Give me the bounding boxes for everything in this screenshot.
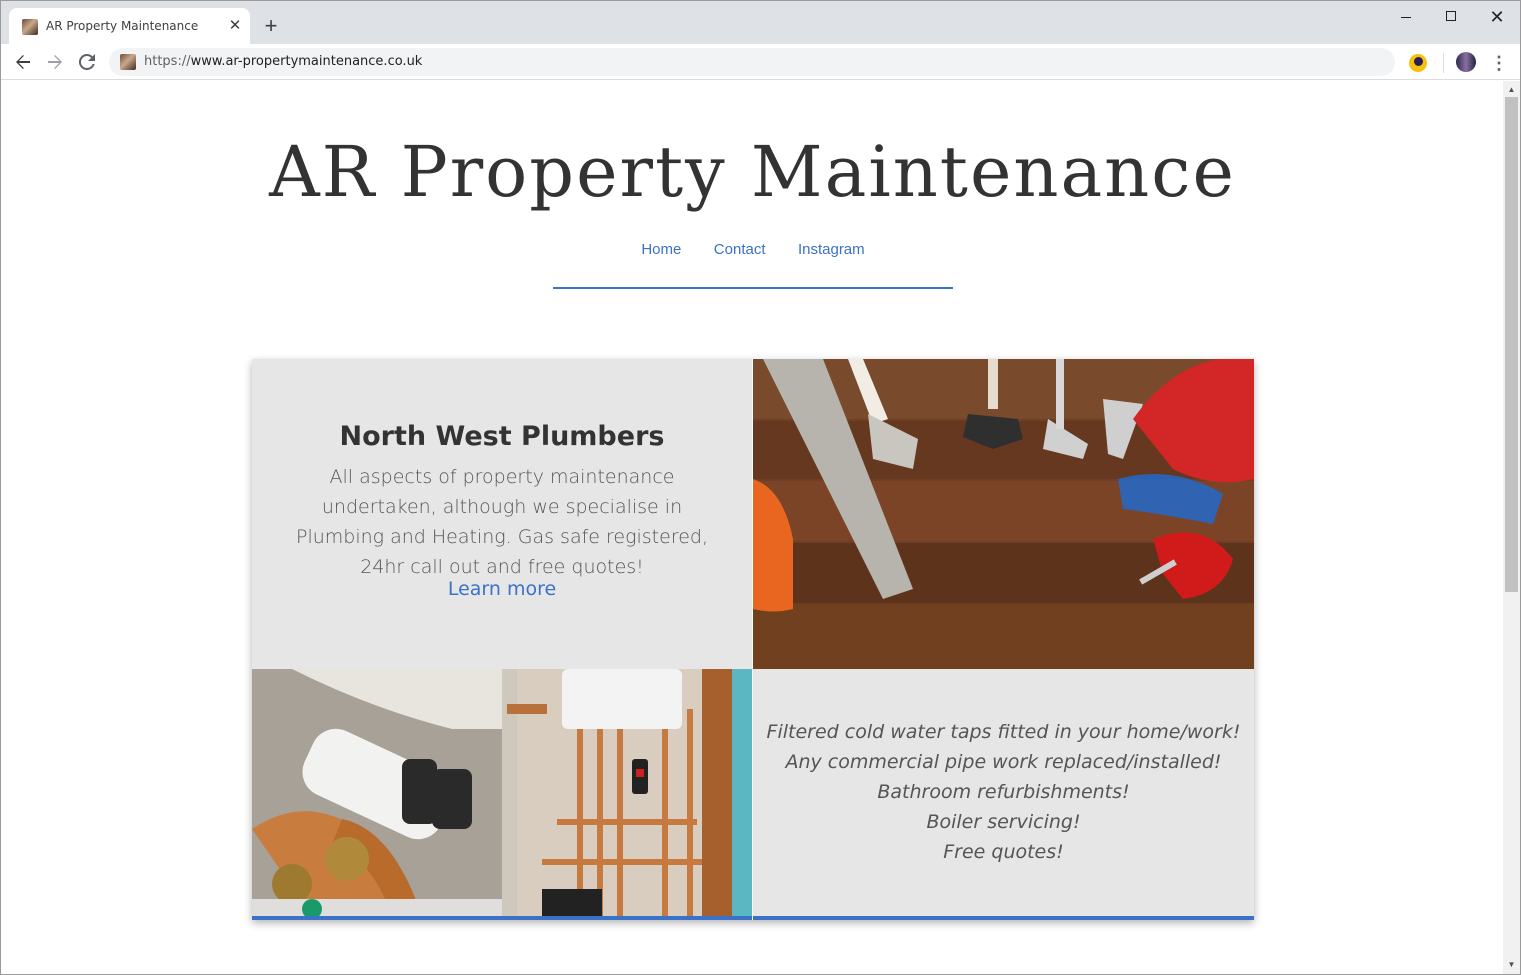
tab-active[interactable]: AR Property Maintenance ✕ [9, 8, 250, 44]
service-item: Any commercial pipe work replaced/instal… [785, 751, 1222, 773]
tab-title: AR Property Maintenance [46, 19, 199, 33]
minimize-button[interactable] [1391, 7, 1421, 27]
service-item: Bathroom refurbishments! [877, 781, 1130, 803]
boiler-pipes-illustration [502, 669, 752, 916]
intro-body: All aspects of property maintenance unde… [295, 466, 709, 578]
nav-instagram-link[interactable]: Instagram [798, 241, 865, 258]
site-favicon-icon [120, 54, 136, 70]
site-title: AR Property Maintenance [269, 131, 1236, 213]
url-scheme: https:// [144, 54, 191, 69]
nav-contact-link[interactable]: Contact [714, 241, 766, 258]
browser-toolbar: https://www.ar-propertymaintenance.co.uk… [1, 44, 1520, 80]
services-panel: Filtered cold water taps fitted in your … [753, 669, 1254, 920]
reload-button[interactable] [75, 50, 99, 74]
water-filter-photo [252, 669, 502, 920]
kebab-menu-icon[interactable]: ⋮ [1489, 51, 1509, 75]
services-list: Filtered cold water taps fitted in your … [753, 717, 1254, 867]
boiler-pipes-photo [502, 669, 752, 920]
service-item: Filtered cold water taps fitted in your … [766, 721, 1241, 743]
forward-button[interactable] [43, 50, 67, 74]
tools-photo [753, 359, 1254, 669]
site-nav: Home Contact Instagram [553, 241, 953, 289]
intro-panel: North West Plumbers All aspects of prope… [252, 359, 752, 669]
learn-more-link[interactable]: Learn more [252, 578, 752, 600]
page-viewport: AR Property Maintenance Home Contact Ins… [2, 81, 1503, 974]
scroll-up-arrow-icon[interactable]: ▲ [1503, 83, 1520, 97]
scroll-down-arrow-icon[interactable]: ▼ [1503, 958, 1520, 972]
profile-avatar[interactable] [1456, 52, 1476, 72]
url-text[interactable]: https://www.ar-propertymaintenance.co.uk [144, 54, 422, 69]
feature-grid: North West Plumbers All aspects of prope… [252, 359, 1254, 920]
extension-moon-icon[interactable] [1409, 54, 1427, 72]
close-window-button[interactable]: ✕ [1482, 7, 1512, 27]
scroll-thumb[interactable] [1505, 97, 1518, 592]
intro-heading: North West Plumbers [339, 421, 665, 452]
arrow-right-icon [48, 55, 62, 69]
tools-illustration [753, 359, 1254, 669]
site-favicon-icon [22, 19, 38, 35]
nav-home-link[interactable]: Home [641, 241, 681, 258]
maximize-button[interactable] [1436, 7, 1466, 27]
back-button[interactable] [11, 50, 35, 74]
new-tab-button[interactable]: + [261, 15, 281, 37]
url-host: www.ar-propertymaintenance.co.uk [190, 54, 423, 69]
toolbar-divider [1443, 53, 1444, 73]
arrow-left-icon [16, 55, 30, 69]
reload-icon [78, 53, 95, 70]
tab-strip: AR Property Maintenance ✕ + ✕ [1, 1, 1520, 44]
address-bar[interactable]: https://www.ar-propertymaintenance.co.uk [109, 48, 1395, 76]
browser-window: AR Property Maintenance ✕ + ✕ https://ww… [0, 0, 1521, 975]
service-item: Free quotes! [943, 841, 1064, 863]
water-filter-illustration [252, 669, 502, 916]
tab-close-icon[interactable]: ✕ [226, 17, 244, 35]
service-item: Boiler servicing! [926, 811, 1081, 833]
vertical-scrollbar[interactable]: ▲ ▼ [1503, 81, 1520, 974]
